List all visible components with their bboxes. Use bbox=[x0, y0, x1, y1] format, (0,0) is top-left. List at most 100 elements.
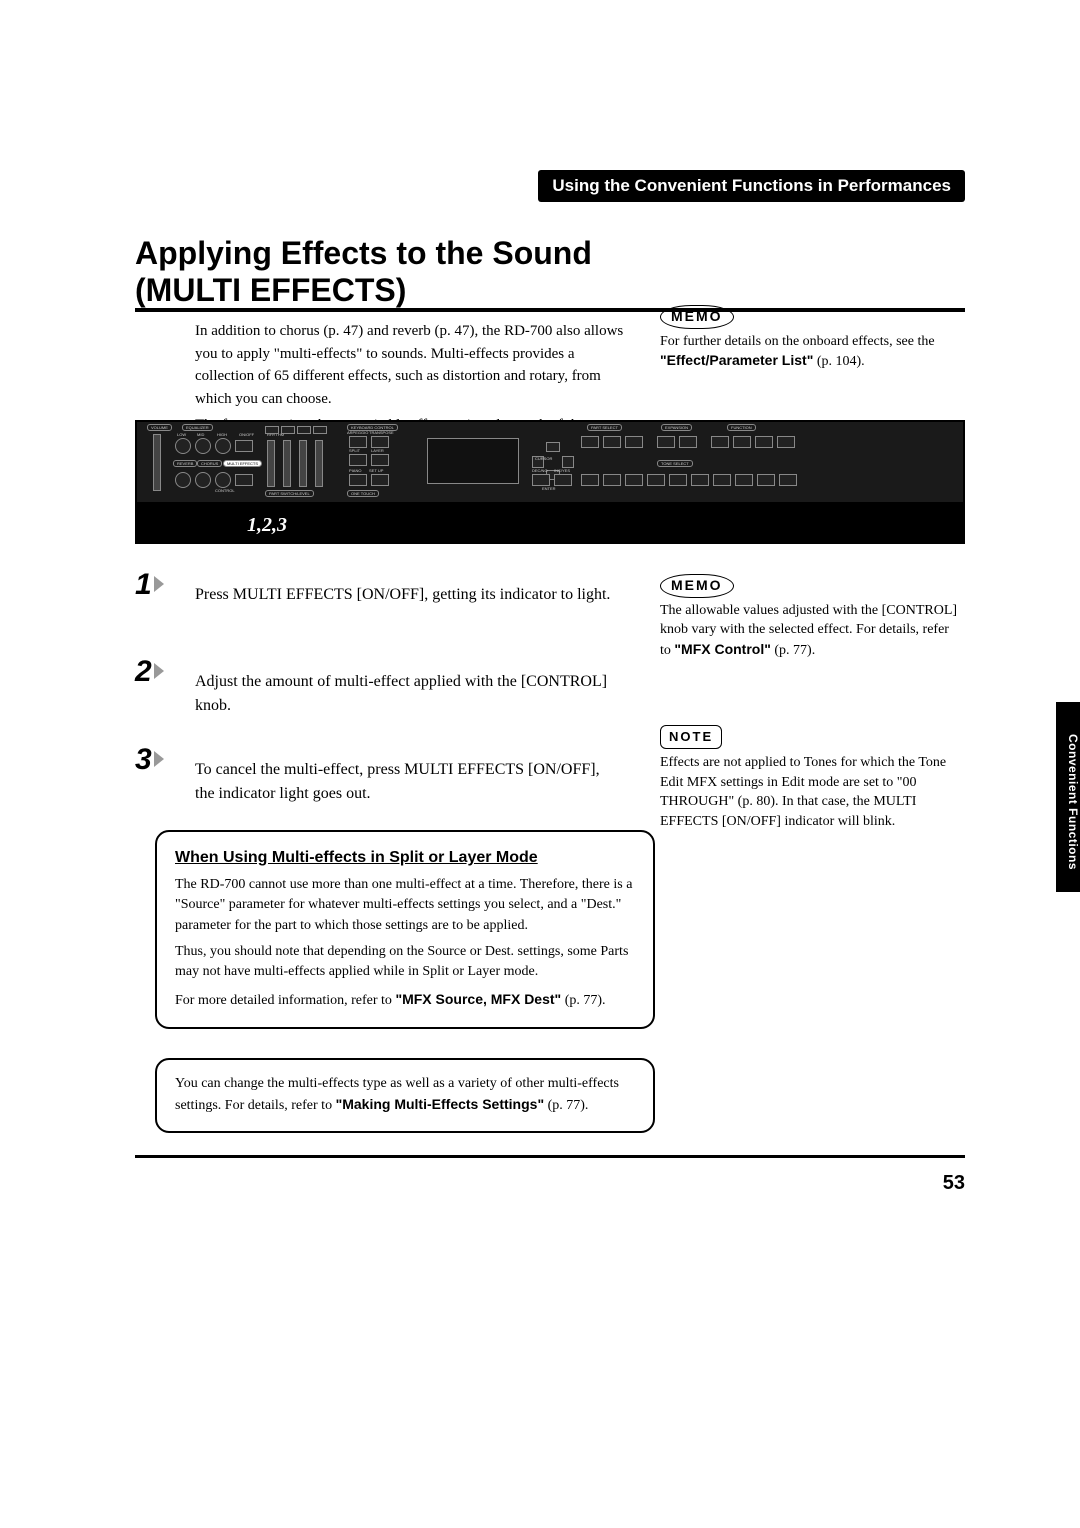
panel-enter: ENTER bbox=[542, 486, 556, 491]
ps-upper1-btn bbox=[625, 436, 643, 448]
tone2 bbox=[625, 474, 643, 486]
memo-icon: MEMO bbox=[660, 574, 734, 598]
ps-lower-btn bbox=[581, 436, 599, 448]
eq-low: LOW bbox=[177, 432, 186, 437]
info-box-p3c: (p. 77). bbox=[565, 993, 606, 1008]
tone5 bbox=[691, 474, 709, 486]
panel-lcd bbox=[427, 438, 519, 484]
panel-inc: INC/YES bbox=[554, 468, 570, 473]
memo2-text-c: (p. 77). bbox=[774, 643, 815, 658]
panel-reverb: REVERB bbox=[173, 460, 197, 467]
step-3-number: 3 bbox=[135, 743, 164, 777]
note-1: NOTE Effects are not applied to Tones fo… bbox=[660, 725, 960, 832]
panel-control: CONTROL bbox=[215, 488, 235, 493]
piano-btn bbox=[349, 474, 367, 486]
page-number: 53 bbox=[943, 1172, 965, 1195]
step-2-digit: 2 bbox=[135, 655, 152, 688]
front-panel-diagram: VOLUME EQUALIZER LOW MID HIGH ON/OFF REV… bbox=[135, 420, 965, 544]
slider-lower bbox=[283, 440, 291, 487]
step-1-digit: 1 bbox=[135, 568, 152, 601]
memo2-ref: "MFX Control" bbox=[674, 641, 770, 657]
panel-layer: LAYER bbox=[371, 448, 384, 453]
slider-upper2 bbox=[299, 440, 307, 487]
tone0 bbox=[581, 474, 599, 486]
memo1-text-a: For further details on the onboard effec… bbox=[660, 334, 935, 349]
memo1-ref: "Effect/Parameter List" bbox=[660, 352, 813, 368]
panel-multi-highlight: MULTI EFFECTS bbox=[223, 460, 262, 467]
info-box-p3a: For more detailed information, refer to bbox=[175, 993, 395, 1008]
lower-led bbox=[281, 426, 295, 434]
rhythm-led bbox=[265, 426, 279, 434]
tone7 bbox=[735, 474, 753, 486]
split-btn bbox=[349, 454, 367, 466]
panel-split: SPLIT bbox=[349, 448, 360, 453]
layer-btn bbox=[371, 454, 389, 466]
tone3 bbox=[647, 474, 665, 486]
info-box-split-layer: When Using Multi-effects in Split or Lay… bbox=[155, 830, 655, 1029]
panel-dec: DEC/NO bbox=[532, 468, 548, 473]
reverb-knob bbox=[175, 472, 191, 488]
page-title: Applying Effects to the Sound (MULTI EFF… bbox=[135, 235, 785, 309]
memo1-text-c: (p. 104). bbox=[817, 354, 865, 369]
inc-btn bbox=[554, 474, 572, 486]
panel-eq-label: EQUALIZER bbox=[182, 424, 213, 431]
ps-upper2-btn bbox=[603, 436, 621, 448]
eq-onoff-btn bbox=[235, 440, 253, 452]
panel-callout: 1,2,3 bbox=[247, 514, 287, 537]
panel-tonesel: TONE SELECT bbox=[657, 460, 693, 467]
info-box-p2: Thus, you should note that depending on … bbox=[175, 942, 635, 983]
tone4 bbox=[669, 474, 687, 486]
title-line1: Applying Effects to the Sound bbox=[135, 235, 592, 271]
tone9 bbox=[779, 474, 797, 486]
eq-onoff: ON/OFF bbox=[239, 432, 254, 437]
memo-icon: MEMO bbox=[660, 305, 734, 329]
note-icon: NOTE bbox=[660, 725, 722, 749]
tone6 bbox=[713, 474, 731, 486]
panel-piano: PIANO bbox=[349, 468, 361, 473]
info-box-p3-ref: "MFX Source, MFX Dest" bbox=[395, 991, 561, 1007]
upper1-led bbox=[313, 426, 327, 434]
exp-b-btn bbox=[679, 436, 697, 448]
step-arrow-icon bbox=[154, 576, 164, 592]
slider-rhythm bbox=[267, 440, 275, 487]
info-box2-c: (p. 77). bbox=[548, 1098, 589, 1113]
panel-expansion: EXPANSION bbox=[661, 424, 692, 431]
panel-partsel: PART SELECT bbox=[587, 424, 622, 431]
step-2-text: Adjust the amount of multi-effect applie… bbox=[195, 670, 615, 718]
step-3-text: To cancel the multi-effect, press MULTI … bbox=[195, 758, 615, 806]
note-text: Effects are not applied to Tones for whi… bbox=[660, 755, 946, 829]
step-arrow-icon bbox=[154, 751, 164, 767]
eq-mid: MID bbox=[197, 432, 204, 437]
info-box2-ref: "Making Multi-Effects Settings" bbox=[336, 1096, 545, 1112]
section-header: Using the Convenient Functions in Perfor… bbox=[538, 170, 965, 202]
panel-onetouch: ONE TOUCH bbox=[347, 490, 379, 497]
step-arrow-icon bbox=[154, 663, 164, 679]
info-box-p1: The RD-700 cannot use more than one mult… bbox=[175, 875, 635, 936]
volume-slider bbox=[153, 434, 161, 491]
eq-mid-knob bbox=[195, 438, 211, 454]
tone8 bbox=[757, 474, 775, 486]
step-2-number: 2 bbox=[135, 655, 164, 689]
thumb-tab: Convenient Functions bbox=[1056, 702, 1080, 892]
write-btn bbox=[733, 436, 751, 448]
setup-btn bbox=[371, 474, 389, 486]
info-box-change-type: You can change the multi-effects type as… bbox=[155, 1058, 655, 1133]
info-box-heading: When Using Multi-effects in Split or Lay… bbox=[175, 846, 635, 869]
arp-btn bbox=[349, 436, 367, 448]
arpctl-btn bbox=[755, 436, 773, 448]
step-3-digit: 3 bbox=[135, 743, 152, 776]
edit-btn bbox=[711, 436, 729, 448]
panel-trans: TRANSPOSE bbox=[369, 430, 394, 435]
memo-1: MEMO For further details on the onboard … bbox=[660, 305, 950, 372]
panel-graphic: VOLUME EQUALIZER LOW MID HIGH ON/OFF REV… bbox=[137, 422, 963, 502]
panel-volume-label: VOLUME bbox=[147, 424, 172, 431]
memo-2: MEMO The allowable values adjusted with … bbox=[660, 574, 960, 660]
panel-function: FUNCTION bbox=[727, 424, 756, 431]
intro-p1: In addition to chorus (p. 47) and reverb… bbox=[195, 320, 625, 410]
slider-upper1 bbox=[315, 440, 323, 487]
upper2-led bbox=[297, 426, 311, 434]
trans-btn bbox=[371, 436, 389, 448]
chorus-knob bbox=[195, 472, 211, 488]
step-1-number: 1 bbox=[135, 568, 164, 602]
tone1 bbox=[603, 474, 621, 486]
